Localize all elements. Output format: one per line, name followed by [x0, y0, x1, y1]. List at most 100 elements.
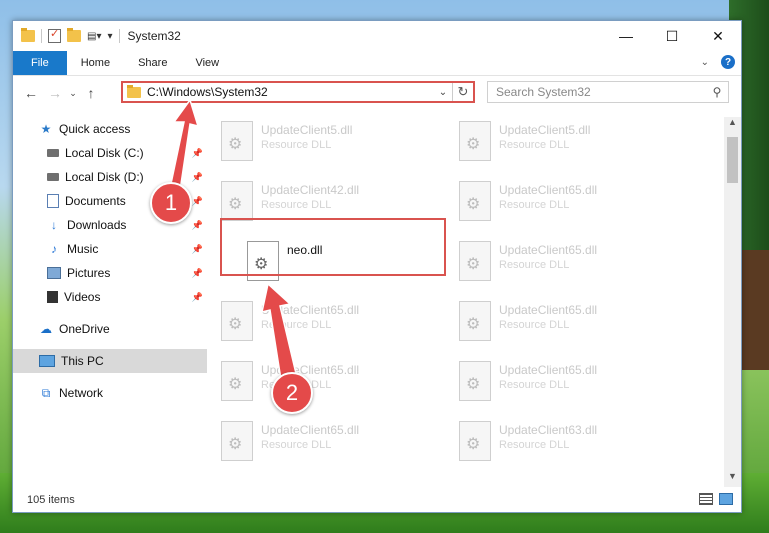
back-button[interactable]: ←: [19, 85, 43, 101]
recent-locations-chevron-icon[interactable]: ⌄: [67, 88, 79, 99]
sidebar-item-label: Downloads: [67, 218, 127, 232]
forward-button[interactable]: →: [43, 85, 67, 101]
sidebar-item-this-pc[interactable]: This PC: [13, 349, 207, 373]
drive-icon: [47, 173, 59, 181]
up-button[interactable]: ↑: [79, 85, 103, 101]
dll-file-icon: [221, 301, 253, 341]
sidebar-item-local-disk-c[interactable]: Local Disk (C:) 📌: [13, 141, 207, 165]
sidebar-item-label: Quick access: [59, 122, 131, 136]
file-name: UpdateClient65.dll: [261, 303, 360, 317]
customize-toolbar-icon[interactable]: ▤▾: [87, 31, 101, 42]
scroll-down-arrow-icon[interactable]: ▼: [724, 471, 741, 487]
file-item[interactable]: UpdateClient65.dll Resource DLL: [447, 237, 667, 289]
dll-file-icon: [221, 121, 253, 161]
file-name: UpdateClient63.dll: [499, 423, 598, 437]
file-item[interactable]: UpdateClient65.dllResource DLL: [209, 357, 429, 409]
file-item[interactable]: UpdateClient65.dll Resource DLL: [447, 177, 667, 229]
file-name: UpdateClient42.dll: [261, 183, 360, 197]
file-type: Resource DLL: [261, 139, 332, 151]
file-name: UpdateClient65.dll: [261, 363, 360, 377]
details-view-icon[interactable]: [699, 493, 713, 505]
expand-ribbon-chevron-icon[interactable]: ⌄: [701, 57, 709, 68]
address-dropdown-icon[interactable]: ⌄: [434, 87, 452, 98]
sidebar-item-label: OneDrive: [59, 322, 110, 336]
toolbar-dropdown-icon[interactable]: ▾: [107, 31, 112, 42]
tab-home[interactable]: Home: [67, 51, 124, 75]
file-type: Resource DLL: [499, 259, 570, 271]
search-icon[interactable]: ⚲: [706, 85, 728, 99]
separator: [41, 29, 42, 43]
status-bar: 105 items: [13, 488, 741, 512]
sidebar-item-videos[interactable]: Videos 📌: [13, 285, 207, 309]
file-list: UpdateClient5.dll Resource DLL UpdateClie…: [209, 117, 721, 477]
sidebar-item-label: Music: [67, 242, 99, 256]
file-type: Resource DLL: [499, 439, 570, 451]
maximize-button[interactable]: ☐: [649, 21, 695, 51]
file-type: Resource DLL: [261, 319, 332, 331]
refresh-icon[interactable]: ↻: [452, 83, 473, 101]
tab-view[interactable]: View: [181, 51, 233, 75]
sidebar-item-onedrive[interactable]: ☁ OneDrive: [13, 317, 207, 341]
sidebar-item-music[interactable]: ♪ Music 📌: [13, 237, 207, 261]
dll-file-icon: [459, 181, 491, 221]
close-button[interactable]: ✕: [695, 21, 741, 51]
large-icons-view-icon[interactable]: [719, 493, 733, 505]
title-bar: ▤▾ ▾ System32 — ☐ ✕: [13, 21, 741, 51]
dll-file-icon: [221, 181, 253, 221]
file-name: UpdateClient65.dll: [499, 243, 598, 257]
annotation-marker-2: 2: [271, 372, 313, 414]
file-item[interactable]: UpdateClient5.dll Resource DLL: [209, 117, 429, 169]
file-type: Resource DLL: [499, 139, 570, 151]
search-box[interactable]: Search System32 ⚲: [487, 81, 729, 103]
file-name: UpdateClient65.dll: [499, 183, 598, 197]
item-count: 105 items: [27, 494, 75, 506]
address-path[interactable]: C:\Windows\System32: [147, 85, 434, 99]
vertical-scrollbar[interactable]: ▲ ▼: [724, 117, 741, 487]
sidebar-item-label: Local Disk (D:): [65, 170, 144, 184]
computer-icon: [39, 355, 55, 367]
properties-icon[interactable]: [48, 27, 61, 43]
sidebar-item-label: This PC: [61, 354, 104, 368]
search-input[interactable]: Search System32: [496, 85, 706, 99]
file-item[interactable]: UpdateClient65.dll Resource DLL: [209, 297, 429, 349]
documents-icon: [47, 194, 59, 208]
sidebar-item-label: Pictures: [67, 266, 111, 280]
sidebar-item-label: Videos: [64, 290, 101, 304]
file-item[interactable]: UpdateClient65.dllResource DLL: [447, 297, 667, 349]
file-item[interactable]: UpdateClient65.dllResource DLL: [447, 357, 667, 409]
desktop-background-house: [739, 250, 769, 370]
pin-icon: 📌: [191, 291, 203, 302]
file-name: UpdateClient5.dll: [499, 123, 591, 137]
music-icon: ♪: [51, 242, 57, 256]
tab-file[interactable]: File: [13, 51, 67, 75]
window-title: System32: [127, 29, 181, 43]
file-item[interactable]: UpdateClient5.dll Resource DLL: [447, 117, 667, 169]
pin-icon: 📌: [191, 243, 203, 254]
sidebar-item-network[interactable]: ⧉ Network: [13, 381, 207, 405]
scroll-thumb[interactable]: [727, 137, 738, 183]
help-icon[interactable]: ?: [721, 55, 735, 69]
minimize-button[interactable]: —: [603, 21, 649, 51]
sidebar-item-pictures[interactable]: Pictures 📌: [13, 261, 207, 285]
navigation-bar: ← → ⌄ ↑ C:\Windows\System32 ⌄ ↻ Search S…: [13, 77, 741, 109]
address-bar[interactable]: C:\Windows\System32 ⌄ ↻: [121, 81, 475, 103]
sidebar-item-label: Documents: [65, 194, 126, 208]
folder-icon: [127, 84, 141, 98]
star-icon: ★: [40, 122, 52, 136]
file-type: Resource DLL: [261, 199, 332, 211]
file-name: UpdateClient65.dll: [499, 363, 598, 377]
tab-share[interactable]: Share: [124, 51, 181, 75]
file-name: UpdateClient65.dll: [261, 423, 360, 437]
cloud-icon: ☁: [40, 322, 52, 336]
file-type: Resource DLL: [499, 199, 570, 211]
quick-access-toolbar: ▤▾ ▾: [13, 27, 120, 43]
file-name: UpdateClient65.dll: [499, 303, 598, 317]
folder-icon: [21, 28, 35, 42]
sidebar-item-quick-access[interactable]: ★ Quick access: [13, 117, 207, 141]
file-item[interactable]: UpdateClient65.dllResource DLL: [209, 417, 429, 469]
navigation-pane: ★ Quick access Local Disk (C:) 📌 Local D…: [13, 117, 207, 477]
new-folder-icon[interactable]: [67, 28, 81, 42]
file-item[interactable]: UpdateClient63.dll Resource DLL: [447, 417, 667, 469]
scroll-up-arrow-icon[interactable]: ▲: [724, 117, 741, 133]
separator: [118, 29, 120, 43]
